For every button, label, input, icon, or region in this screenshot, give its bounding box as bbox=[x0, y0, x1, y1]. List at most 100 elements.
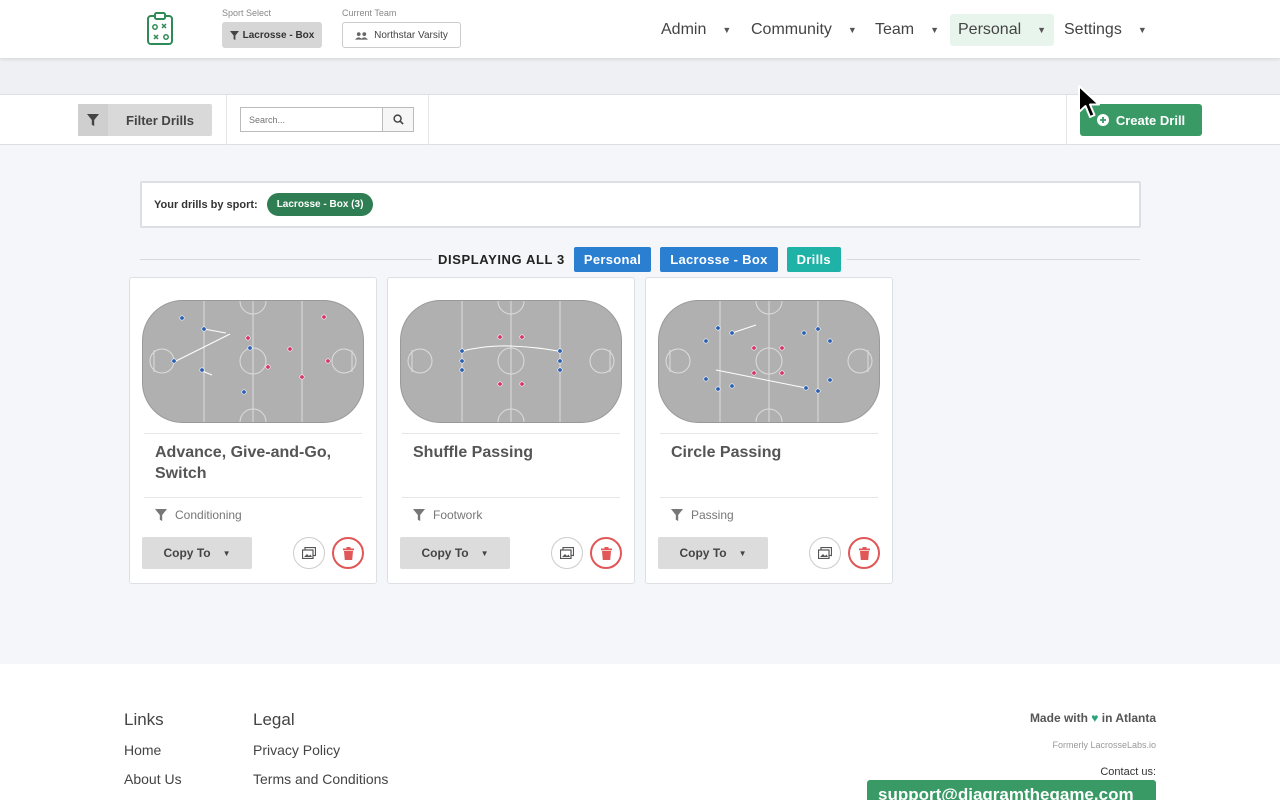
player-marker bbox=[815, 326, 821, 332]
player-marker bbox=[557, 358, 563, 364]
footer-link-privacy[interactable]: Privacy Policy bbox=[253, 742, 340, 758]
drill-title[interactable]: Advance, Give-and-Go, Switch bbox=[155, 442, 355, 484]
toolbar-divider bbox=[226, 95, 227, 145]
menu-admin[interactable]: Admin ▼ bbox=[653, 14, 739, 46]
current-team-value: Northstar Varsity bbox=[374, 29, 448, 41]
formerly-text: Formerly LacrosseLabs.io bbox=[1052, 740, 1156, 750]
gallery-button[interactable] bbox=[809, 537, 841, 569]
menu-label: Team bbox=[875, 21, 915, 38]
footer-legal-heading: Legal bbox=[253, 710, 295, 729]
images-icon bbox=[560, 547, 574, 559]
caret-down-icon: ▼ bbox=[722, 25, 732, 35]
copy-to-button[interactable]: Copy To ▼ bbox=[142, 537, 252, 569]
drill-title[interactable]: Shuffle Passing bbox=[413, 442, 613, 463]
footer-link-about[interactable]: About Us bbox=[124, 771, 182, 787]
mouse-cursor-icon bbox=[1078, 85, 1100, 118]
images-icon bbox=[818, 547, 832, 559]
contact-label: Contact us: bbox=[1100, 766, 1156, 778]
filter-drills-button[interactable]: Filter Drills bbox=[78, 104, 212, 136]
player-marker bbox=[827, 338, 833, 344]
filter-drills-label: Filter Drills bbox=[126, 112, 194, 128]
player-marker bbox=[557, 348, 563, 354]
caret-down-icon: ▼ bbox=[930, 25, 940, 35]
menu-label: Admin bbox=[661, 21, 707, 38]
card-divider bbox=[402, 433, 620, 434]
copy-to-label: Copy To bbox=[679, 546, 727, 560]
drill-card[interactable]: Shuffle Passing Footwork Copy To ▼ bbox=[387, 277, 635, 584]
player-marker bbox=[803, 385, 809, 391]
player-marker bbox=[497, 381, 503, 387]
player-marker bbox=[715, 325, 721, 331]
player-marker bbox=[801, 330, 807, 336]
caret-down-icon: ▼ bbox=[1137, 25, 1147, 35]
delete-button[interactable] bbox=[332, 537, 364, 569]
player-marker bbox=[459, 348, 465, 354]
drill-card[interactable]: Advance, Give-and-Go, Switch Conditionin… bbox=[129, 277, 377, 584]
player-marker bbox=[729, 330, 735, 336]
menu-label: Community bbox=[751, 21, 832, 38]
create-drill-label: Create Drill bbox=[1115, 112, 1186, 128]
player-marker bbox=[703, 338, 709, 344]
search-input[interactable] bbox=[240, 107, 383, 132]
filter-icon bbox=[155, 509, 167, 521]
sport-select-button[interactable]: Lacrosse - Box bbox=[222, 22, 322, 48]
player-marker bbox=[557, 367, 563, 373]
gallery-button[interactable] bbox=[551, 537, 583, 569]
drills-by-sport-label: Your drills by sport: bbox=[154, 198, 258, 211]
sport-count-pill[interactable]: Lacrosse - Box (3) bbox=[266, 193, 374, 216]
player-marker bbox=[827, 377, 833, 383]
clipboard-logo-icon[interactable] bbox=[146, 12, 174, 46]
copy-to-button[interactable]: Copy To ▼ bbox=[658, 537, 768, 569]
search-button[interactable] bbox=[382, 107, 414, 132]
filter-icon bbox=[413, 509, 425, 521]
footer-link-terms[interactable]: Terms and Conditions bbox=[253, 771, 388, 787]
current-team-button[interactable]: Northstar Varsity bbox=[342, 22, 461, 48]
player-marker bbox=[299, 374, 305, 380]
player-marker bbox=[171, 358, 177, 364]
menu-personal[interactable]: Personal ▼ bbox=[950, 14, 1055, 46]
drill-title[interactable]: Circle Passing bbox=[671, 442, 871, 463]
drills-by-sport-panel: Your drills by sport: Lacrosse - Box (3) bbox=[140, 181, 1141, 228]
drill-diagram[interactable] bbox=[400, 300, 622, 423]
card-divider bbox=[144, 497, 362, 498]
drill-category: Footwork bbox=[413, 508, 482, 522]
search-icon bbox=[392, 114, 404, 125]
menu-settings[interactable]: Settings ▼ bbox=[1056, 14, 1155, 46]
copy-to-label: Copy To bbox=[163, 546, 211, 560]
player-marker bbox=[321, 314, 327, 320]
card-divider bbox=[660, 497, 878, 498]
caret-down-icon: ▼ bbox=[222, 548, 231, 558]
player-marker bbox=[265, 364, 271, 370]
player-marker bbox=[779, 370, 785, 376]
menu-team[interactable]: Team ▼ bbox=[867, 14, 947, 46]
player-marker bbox=[179, 315, 185, 321]
toolbar-divider bbox=[428, 95, 429, 145]
player-marker bbox=[325, 358, 331, 364]
player-marker bbox=[201, 326, 207, 332]
drill-category-label: Footwork bbox=[433, 508, 483, 522]
drill-card[interactable]: Circle Passing Passing Copy To ▼ bbox=[645, 277, 893, 584]
player-marker bbox=[519, 381, 525, 387]
footer-links-heading: Links bbox=[124, 710, 164, 729]
copy-to-button[interactable]: Copy To ▼ bbox=[400, 537, 510, 569]
display-summary: DISPLAYING ALL 3 Personal Lacrosse - Box… bbox=[432, 247, 847, 272]
tag-personal: Personal bbox=[573, 247, 652, 272]
player-marker bbox=[751, 345, 757, 351]
menu-community[interactable]: Community ▼ bbox=[743, 14, 865, 46]
made-prefix: Made with bbox=[1029, 711, 1088, 725]
menu-label: Settings bbox=[1064, 21, 1122, 38]
card-divider bbox=[660, 433, 878, 434]
player-marker bbox=[287, 346, 293, 352]
drill-diagram[interactable] bbox=[142, 300, 364, 423]
drill-diagram[interactable] bbox=[658, 300, 880, 423]
sport-select-label: Sport Select bbox=[222, 8, 272, 18]
gallery-button[interactable] bbox=[293, 537, 325, 569]
footer-link-home[interactable]: Home bbox=[124, 742, 161, 758]
delete-button[interactable] bbox=[848, 537, 880, 569]
delete-button[interactable] bbox=[590, 537, 622, 569]
top-navbar: Sport Select Lacrosse - Box Current Team… bbox=[0, 0, 1280, 58]
trash-icon bbox=[342, 546, 354, 560]
menu-label: Personal bbox=[958, 21, 1022, 38]
player-marker bbox=[519, 334, 525, 340]
support-email-button[interactable]: support@diagramthegame.com bbox=[867, 780, 1156, 800]
